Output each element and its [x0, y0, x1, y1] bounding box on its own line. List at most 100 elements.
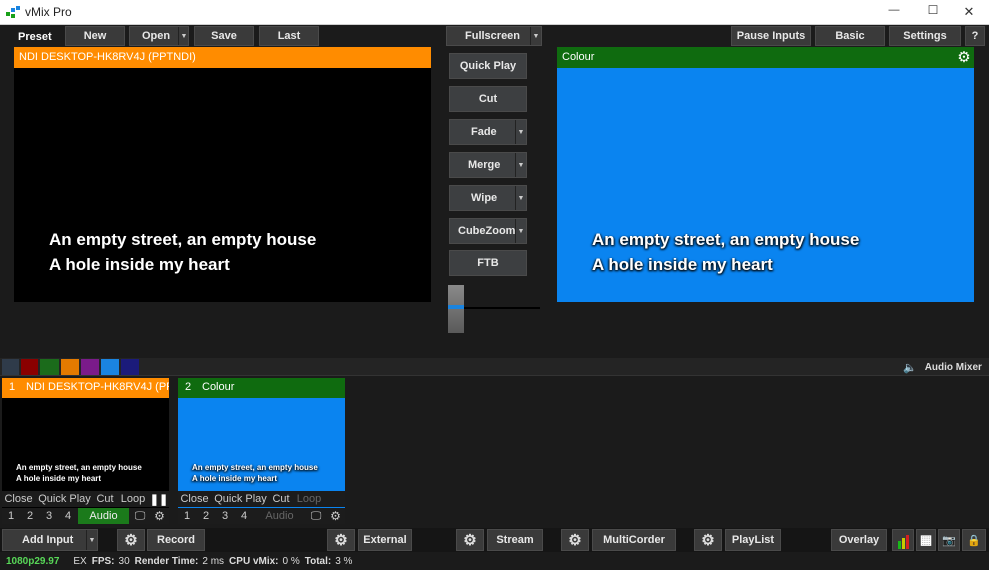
input-1-quick-play-button[interactable]: Quick Play	[36, 491, 93, 507]
stream-button[interactable]: Stream	[487, 529, 543, 551]
speaker-icon: 🔈	[903, 361, 917, 374]
audio-level-icon[interactable]	[892, 529, 914, 551]
input-1-caption-line1: An empty street, an empty house	[16, 463, 142, 472]
audio-mixer-label: Audio Mixer	[924, 361, 982, 373]
input-2-close-button[interactable]: Close	[178, 491, 211, 507]
input-2-overlay-1[interactable]: 1	[178, 508, 196, 524]
overlay-button[interactable]: Overlay	[831, 529, 887, 551]
preview-panel[interactable]: NDI DESKTOP-HK8RV4J (PPTNDI) An empty st…	[14, 47, 431, 302]
input-1-overlay-3[interactable]: 3	[40, 508, 58, 524]
input-1-monitor-icon[interactable]: 🖵	[131, 508, 149, 524]
status-cpu-label: CPU vMix:	[229, 556, 279, 567]
input-2-settings-gear-icon[interactable]: ⚙	[327, 508, 344, 524]
fullscreen-dropdown-icon[interactable]: ▼	[530, 27, 541, 45]
cut-button[interactable]: Cut	[449, 86, 527, 112]
input-1-settings-gear-icon[interactable]: ⚙	[151, 508, 168, 524]
t-bar-track	[464, 307, 540, 309]
status-fps-label: FPS:	[91, 556, 115, 567]
input-1-number: 1	[9, 381, 16, 393]
wipe-dropdown-icon[interactable]: ▼	[515, 186, 526, 210]
preview-caption-line1: An empty street, an empty house	[49, 230, 317, 249]
external-button[interactable]: External	[358, 529, 412, 551]
playlist-settings-gear-icon[interactable]: ⚙	[694, 529, 722, 551]
color-tab-all[interactable]	[2, 359, 19, 375]
add-input-dropdown-icon[interactable]: ▼	[86, 530, 97, 550]
input-2-overlay-3[interactable]: 3	[216, 508, 234, 524]
input-1-loop-button[interactable]: Loop	[118, 491, 148, 507]
close-button[interactable]: ✕	[959, 4, 979, 20]
color-tab-blue[interactable]	[101, 359, 119, 375]
minimize-button[interactable]: —	[884, 4, 904, 16]
playlist-button[interactable]: PlayList	[725, 529, 781, 551]
external-settings-gear-icon[interactable]: ⚙	[327, 529, 355, 551]
ftb-button[interactable]: FTB	[449, 250, 527, 276]
cubezoom-label: CubeZoom	[458, 225, 516, 237]
input-2-audio-button[interactable]: Audio	[254, 508, 305, 524]
merge-label: Merge	[468, 159, 501, 171]
t-bar-handle[interactable]	[448, 285, 464, 333]
input-1-cut-button[interactable]: Cut	[94, 491, 116, 507]
input-2-overlay-2[interactable]: 2	[197, 508, 215, 524]
cubezoom-dropdown-icon[interactable]: ▼	[515, 219, 526, 243]
multicorder-settings-gear-icon[interactable]: ⚙	[561, 529, 589, 551]
input-1-header: 1 NDI DESKTOP-HK8RV4J (PPTN	[2, 378, 169, 398]
preview-caption-line2: A hole inside my heart	[49, 255, 230, 274]
status-cpu: 0 %	[282, 556, 300, 567]
save-button[interactable]: Save	[194, 26, 254, 46]
fade-dropdown-icon[interactable]: ▼	[515, 120, 526, 144]
color-tab-red[interactable]	[21, 359, 38, 375]
maximize-button[interactable]: ☐	[923, 3, 943, 17]
multiview-grid-icon[interactable]: ▦	[916, 529, 936, 551]
fullscreen-button[interactable]: Fullscreen	[446, 26, 542, 46]
input-2-loop-button[interactable]: Loop	[294, 491, 324, 507]
add-input-button[interactable]: Add Input	[2, 529, 98, 551]
pause-inputs-button[interactable]: Pause Inputs	[731, 26, 811, 46]
last-button[interactable]: Last	[259, 26, 319, 46]
settings-button[interactable]: Settings	[889, 26, 961, 46]
input-2-quick-play-button[interactable]: Quick Play	[212, 491, 269, 507]
color-tab-purple[interactable]	[81, 359, 99, 375]
input-2-overlay-4[interactable]: 4	[235, 508, 253, 524]
quick-play-button[interactable]: Quick Play	[449, 53, 527, 79]
lock-icon[interactable]: 🔒	[962, 529, 986, 551]
input-2-controls-row1: Close Quick Play Cut Loop	[178, 491, 345, 507]
stream-settings-gear-icon[interactable]: ⚙	[456, 529, 484, 551]
input-1-caption-line2: A hole inside my heart	[16, 474, 102, 483]
input-2-monitor-icon[interactable]: 🖵	[307, 508, 325, 524]
open-dropdown-icon[interactable]: ▼	[178, 27, 189, 45]
merge-dropdown-icon[interactable]: ▼	[515, 153, 526, 177]
color-tab-orange[interactable]	[61, 359, 79, 375]
input-1-overlay-1[interactable]: 1	[2, 508, 20, 524]
help-button[interactable]: ?	[965, 26, 985, 46]
output-caption-line1: An empty street, an empty house	[592, 230, 860, 249]
output-panel[interactable]: Colour ⚙ An empty street, an empty house…	[557, 47, 974, 302]
color-tab-strip: 🔈 Audio Mixer	[0, 358, 989, 376]
input-tile-2[interactable]: 2 Colour An empty street, an empty house…	[178, 378, 345, 524]
audio-mixer-button[interactable]: 🔈 Audio Mixer	[903, 359, 989, 375]
input-1-audio-button[interactable]: Audio	[78, 508, 129, 524]
status-bar: 1080p29.97 EX FPS: 30 Render Time: 2 ms …	[0, 553, 989, 570]
record-settings-gear-icon[interactable]: ⚙	[117, 529, 145, 551]
snapshot-camera-icon[interactable]: 📷	[938, 529, 960, 551]
basic-button[interactable]: Basic	[815, 26, 885, 46]
multicorder-button[interactable]: MultiCorder	[592, 529, 676, 551]
input-2-header: 2 Colour	[178, 378, 345, 398]
preview-title: NDI DESKTOP-HK8RV4J (PPTNDI)	[14, 47, 431, 68]
input-1-close-button[interactable]: Close	[2, 491, 35, 507]
color-tab-green[interactable]	[40, 359, 59, 375]
wipe-label: Wipe	[471, 192, 498, 204]
input-1-overlay-4[interactable]: 4	[59, 508, 77, 524]
app-logo-icon	[6, 6, 20, 20]
input-tile-1[interactable]: 1 NDI DESKTOP-HK8RV4J (PPTN An empty str…	[2, 378, 169, 524]
input-2-cut-button[interactable]: Cut	[270, 491, 292, 507]
fullscreen-label: Fullscreen	[465, 30, 521, 42]
output-settings-gear-icon[interactable]: ⚙	[955, 48, 973, 66]
input-2-caption-line2: A hole inside my heart	[192, 474, 278, 483]
color-tab-navy[interactable]	[121, 359, 139, 375]
input-1-overlay-2[interactable]: 2	[21, 508, 39, 524]
status-format: 1080p29.97	[6, 556, 60, 567]
new-button[interactable]: New	[65, 26, 125, 46]
record-button[interactable]: Record	[147, 529, 205, 551]
input-1-pause-icon[interactable]: ❚❚	[150, 491, 168, 507]
status-total-label: Total:	[304, 556, 332, 567]
